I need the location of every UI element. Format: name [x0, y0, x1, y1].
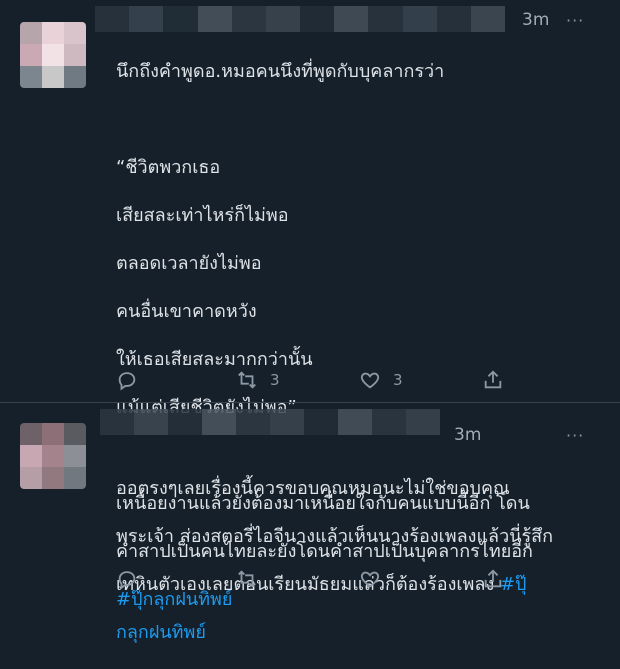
retweet-count: 3 — [270, 371, 280, 389]
hashtag-link[interactable]: กลุกฝนทิพย์ — [116, 622, 206, 643]
username-blurred[interactable] — [100, 409, 440, 435]
tweet-actions — [116, 565, 516, 593]
text-line: เสียสละเท่าไหร่ก็ไม่พอ — [116, 205, 289, 226]
text-line: นึกถึงคำพูดอ.หมอคนนึงที่พูดกับบุคลากรว่า — [116, 61, 445, 82]
reply-button[interactable] — [116, 366, 150, 394]
reply-button[interactable] — [116, 565, 150, 593]
username-blurred[interactable] — [95, 6, 505, 32]
reply-icon — [118, 571, 136, 590]
heart-icon — [360, 372, 380, 389]
tweet-1[interactable]: 3m ··· นึกถึงคำพูดอ.หมอคนนึงที่พูดกับบุค… — [0, 0, 620, 610]
avatar[interactable] — [20, 423, 86, 489]
avatar[interactable] — [20, 22, 86, 88]
heart-icon — [360, 571, 380, 588]
text-line: ตลอดเวลายังไม่พอ — [116, 253, 262, 274]
retweet-icon — [238, 371, 256, 389]
text-line: “ชีวิตพวกเธอ — [116, 157, 221, 178]
share-button[interactable] — [482, 366, 504, 394]
text-line: ออตรงๆเลยเรื่องนี้ควรขอบคุณหมอนะไม่ใช่ขอ… — [116, 478, 510, 499]
like-button[interactable] — [359, 565, 393, 593]
timestamp[interactable]: 3m — [522, 10, 549, 30]
more-options-icon[interactable]: ··· — [566, 11, 584, 30]
share-icon — [484, 370, 502, 389]
like-count: 3 — [393, 371, 403, 389]
text-line: คนอื่นเขาคาดหวัง — [116, 301, 257, 322]
reply-icon — [118, 372, 136, 391]
retweet-button[interactable] — [236, 565, 270, 593]
timestamp[interactable]: 3m — [454, 425, 481, 445]
like-button[interactable]: 3 — [359, 366, 403, 394]
tweet-2[interactable]: 3m ··· ออตรงๆเลยเรื่องนี้ควรขอบคุณหมอนะไ… — [0, 403, 620, 643]
text-line: พระเจ้า ส่องสตอรี่ไอจีนางแล้วเห็นนางร้อง… — [116, 526, 554, 547]
retweet-icon — [238, 570, 256, 588]
retweet-button[interactable]: 3 — [236, 366, 280, 394]
share-icon — [484, 569, 502, 588]
tweet-text: ออตรงๆเลยเรื่องนี้ควรขอบคุณหมอนะไม่ใช่ขอ… — [116, 453, 611, 669]
more-options-icon[interactable]: ··· — [566, 426, 584, 445]
tweet-actions: 3 3 — [116, 366, 516, 394]
share-button[interactable] — [482, 565, 504, 593]
